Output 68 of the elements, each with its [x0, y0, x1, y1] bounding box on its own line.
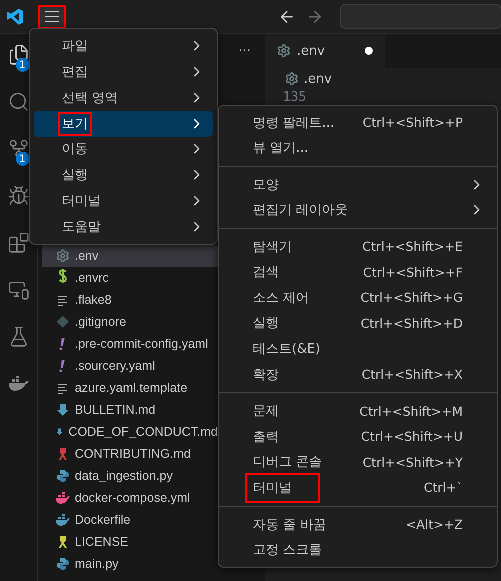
file-item[interactable]: main.py: [42, 553, 218, 575]
file-item[interactable]: data_ingestion.py: [42, 465, 218, 487]
menu-item[interactable]: 문제 Ctrl+<Shift>+M: [223, 398, 493, 424]
menu-item[interactable]: 소스 제어 Ctrl+<Shift>+G: [223, 285, 493, 311]
file-item[interactable]: .pre-commit-config.yaml: [42, 333, 218, 355]
menu-item[interactable]: 고정 스크롤: [223, 537, 493, 563]
menu-item[interactable]: 선택 영역: [34, 84, 213, 111]
lines-icon: [56, 381, 70, 395]
menu-item[interactable]: 뷰 열기...: [223, 136, 493, 162]
monitor-icon[interactable]: [8, 279, 30, 301]
gear-icon: [285, 72, 299, 86]
file-item[interactable]: .envrc: [42, 267, 218, 289]
arrow-down-icon: [56, 403, 70, 417]
python-icon: [56, 469, 70, 483]
breadcrumb[interactable]: .env: [304, 72, 332, 86]
whale-icon: [56, 491, 70, 505]
diamond-icon: [56, 315, 70, 329]
menu-item[interactable]: 검색 Ctrl+<Shift>+F: [223, 260, 493, 286]
menu-item[interactable]: 편집기 레이아웃: [223, 198, 493, 224]
menu-item[interactable]: 출력 Ctrl+<Shift>+U: [223, 424, 493, 450]
ribbon-icon: [56, 535, 70, 549]
file-item[interactable]: .gitignore: [42, 311, 218, 333]
files-icon[interactable]: [8, 44, 30, 66]
file-item[interactable]: .env: [42, 245, 218, 267]
file-item[interactable]: CONTRIBUTING.md: [42, 443, 218, 465]
menu-item[interactable]: 테스트(&E): [223, 336, 493, 362]
menu-item[interactable]: 모양: [223, 172, 493, 198]
whale-icon[interactable]: [8, 376, 30, 392]
python-icon: [56, 557, 70, 571]
file-item[interactable]: Dockerfile: [42, 509, 218, 531]
gear-icon: [277, 44, 291, 58]
menu-item[interactable]: 확장 Ctrl+<Shift>+X: [223, 362, 493, 388]
file-item[interactable]: .flake8: [42, 289, 218, 311]
ribbon-icon: [56, 447, 70, 461]
more-actions-button[interactable]: ···: [238, 44, 251, 58]
editor-tab[interactable]: .env: [265, 34, 385, 68]
gear-icon: [56, 249, 70, 263]
extensions-icon[interactable]: [8, 232, 30, 254]
menu-item[interactable]: 자동 줄 바꿈 <Alt>+Z: [223, 512, 493, 538]
search-field[interactable]: [340, 4, 501, 29]
lines-icon: [56, 293, 70, 307]
menu-item[interactable]: 명령 팔레트... Ctrl+<Shift>+P: [223, 110, 493, 136]
menu-item[interactable]: 실행: [34, 162, 213, 188]
file-item[interactable]: .sourcery.yaml: [42, 355, 218, 377]
tab-label: .env: [297, 44, 326, 58]
menu-item[interactable]: 편집: [34, 58, 213, 85]
file-item[interactable]: azure.yaml.template: [42, 377, 218, 399]
menu-item[interactable]: 터미널: [34, 188, 213, 214]
count-badge: 1: [16, 58, 30, 72]
menu-item[interactable]: 파일: [34, 33, 213, 59]
file-item[interactable]: BULLETIN.md: [42, 399, 218, 421]
menu-item[interactable]: 이동: [34, 136, 213, 162]
menu-button[interactable]: [38, 4, 66, 28]
search-icon[interactable]: [8, 91, 30, 113]
file-item[interactable]: docker-compose.yml: [42, 487, 218, 509]
menu-item[interactable]: 실행 Ctrl+<Shift>+D: [223, 310, 493, 336]
menu-item[interactable]: 디버그 콘솔 Ctrl+<Shift>+Y: [223, 449, 493, 475]
menu-item[interactable]: 보기: [34, 110, 213, 136]
file-item[interactable]: CODE_OF_CONDUCT.md: [42, 421, 218, 443]
menu-item[interactable]: 터미널 Ctrl+`: [223, 474, 493, 501]
menu-item[interactable]: 탐색기 Ctrl+<Shift>+E: [223, 234, 493, 260]
line-number: 135: [282, 90, 308, 105]
file-item[interactable]: LICENSE: [42, 531, 218, 553]
count-badge: 1: [16, 152, 30, 166]
whale-icon: [56, 513, 70, 527]
bug-icon[interactable]: [8, 185, 30, 207]
logo-icon: [6, 8, 24, 26]
menu-item[interactable]: 도움말: [34, 214, 213, 240]
